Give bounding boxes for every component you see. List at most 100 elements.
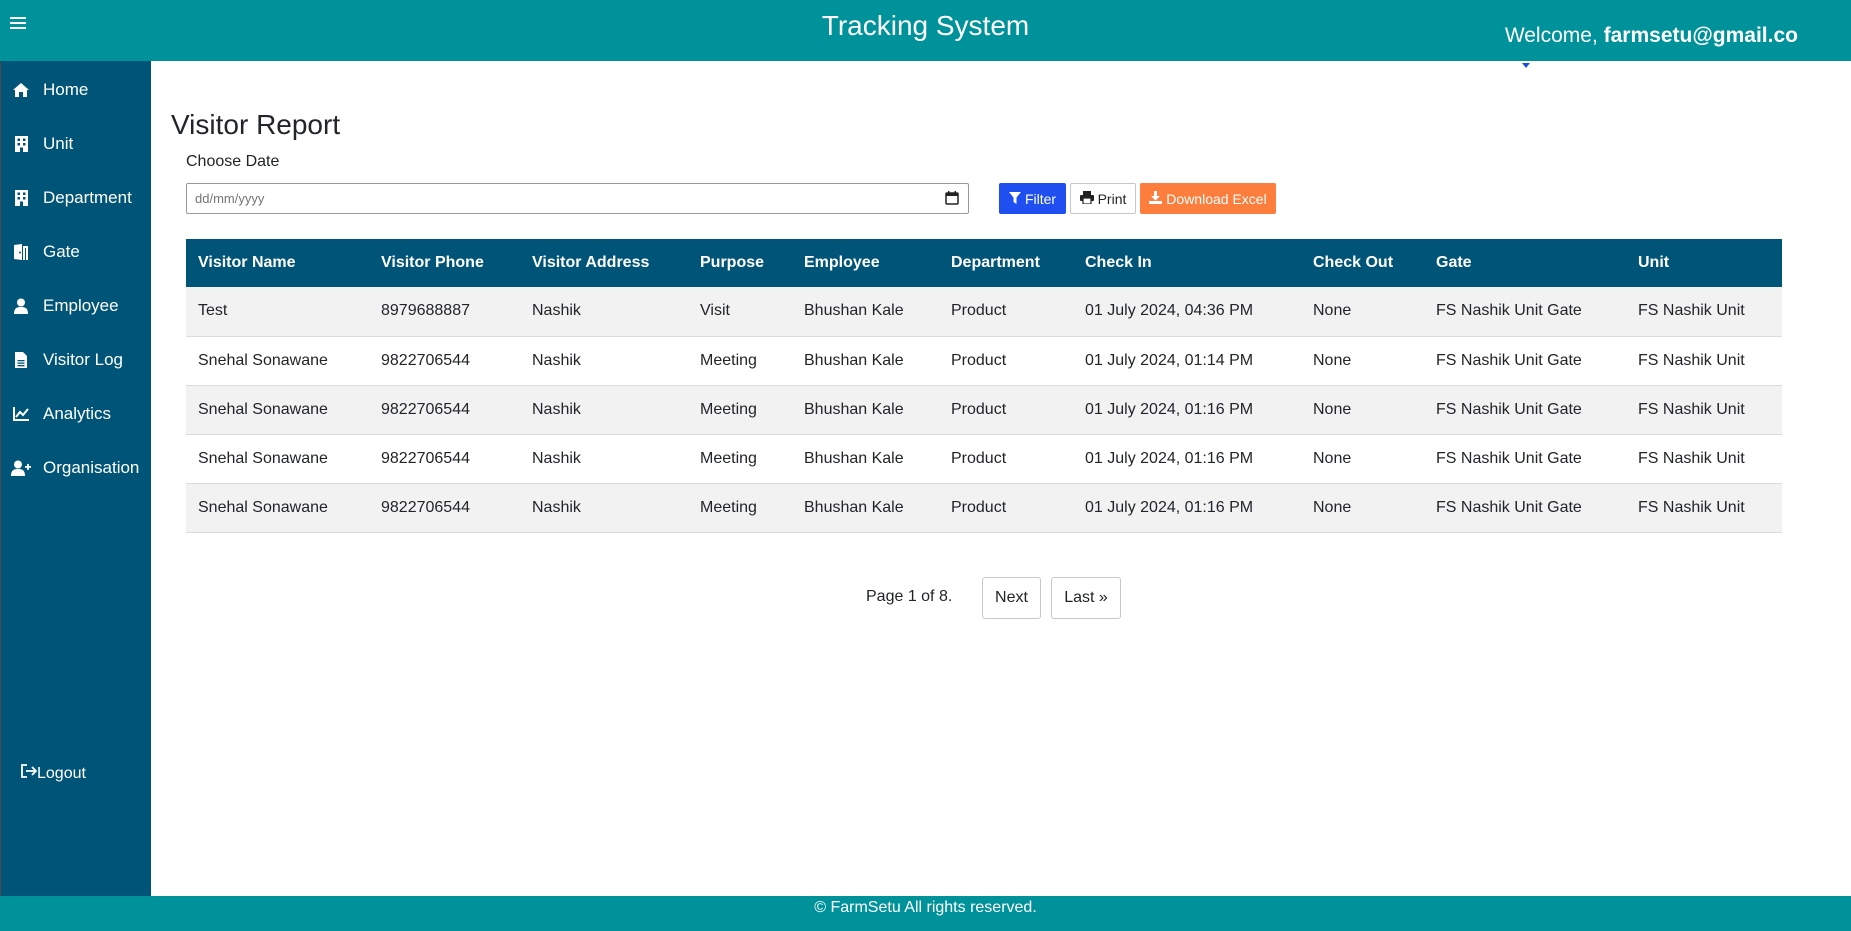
column-header: Unit — [1626, 239, 1782, 287]
page-title: Visitor Report — [171, 109, 341, 140]
sidebar-item-label: Unit — [43, 134, 74, 153]
cell-gate: FS Nashik Unit Gate — [1424, 287, 1626, 337]
cell-purpose: Meeting — [688, 434, 792, 484]
file-icon — [11, 350, 31, 370]
calendar-icon[interactable] — [945, 191, 959, 205]
cell-department: Product — [939, 434, 1073, 484]
table-header-row: Visitor Name Visitor Phone Visitor Addre… — [186, 239, 1782, 287]
sidebar-item-label: Employee — [43, 296, 119, 315]
sidebar-item-visitor-log[interactable]: Visitor Log — [1, 340, 152, 380]
sidebar-item-label: Organisation — [43, 458, 140, 477]
visitor-report-table: Visitor Name Visitor Phone Visitor Addre… — [186, 239, 1782, 533]
pagination: Page 1 of 8. Next Last » — [151, 577, 1851, 619]
page-info: Page 1 of 8. — [866, 588, 953, 605]
cell-unit: FS Nashik Unit — [1626, 287, 1782, 337]
cell-check-out: None — [1301, 385, 1424, 435]
column-header: Check In — [1073, 239, 1301, 287]
top-bar: Tracking System Welcome, farmsetu@gmail.… — [0, 0, 1851, 61]
sidebar-item-home[interactable]: Home — [1, 70, 152, 110]
cell-check-in: 01 July 2024, 01:14 PM — [1073, 336, 1301, 386]
cell-check-in: 01 July 2024, 01:16 PM — [1073, 434, 1301, 484]
column-header: Visitor Address — [520, 239, 688, 287]
sidebar-item-label: Analytics — [43, 404, 112, 423]
sidebar-item-analytics[interactable]: Analytics — [1, 394, 152, 434]
cell-employee: Bhushan Kale — [792, 483, 939, 533]
sidebar-item-unit[interactable]: Unit — [1, 124, 152, 164]
download-icon — [1149, 190, 1166, 207]
cell-visitor-address: Nashik — [520, 287, 688, 337]
print-icon — [1079, 190, 1098, 207]
table-row: Snehal Sonawane 9822706544 Nashik Meetin… — [186, 336, 1782, 386]
table-row: Snehal Sonawane 9822706544 Nashik Meetin… — [186, 385, 1782, 435]
cell-department: Product — [939, 385, 1073, 435]
sidebar-item-organisation[interactable]: Organisation — [1, 448, 152, 488]
cell-check-out: None — [1301, 287, 1424, 337]
next-page-button[interactable]: Next — [982, 577, 1041, 619]
cell-check-out: None — [1301, 483, 1424, 533]
building-icon — [11, 188, 31, 208]
date-input[interactable] — [186, 183, 969, 214]
column-header: Visitor Phone — [369, 239, 520, 287]
cell-check-in: 01 July 2024, 01:16 PM — [1073, 483, 1301, 533]
table-row: Test 8979688887 Nashik Visit Bhushan Kal… — [186, 287, 1782, 337]
cell-visitor-phone: 9822706544 — [369, 434, 520, 484]
cell-visitor-phone: 9822706544 — [369, 336, 520, 386]
welcome-text[interactable]: Welcome, farmsetu@gmail.co — [1505, 24, 1798, 48]
cell-visitor-address: Nashik — [520, 385, 688, 435]
cell-check-out: None — [1301, 336, 1424, 386]
filter-label: Filter — [1024, 190, 1057, 207]
main-content: Visitor Report Choose Date Filter Print … — [151, 61, 1851, 896]
table-row: Snehal Sonawane 9822706544 Nashik Meetin… — [186, 434, 1782, 484]
cell-unit: FS Nashik Unit — [1626, 434, 1782, 484]
sidebar-item-label: Visitor Log — [43, 350, 124, 369]
cell-unit: FS Nashik Unit — [1626, 483, 1782, 533]
column-header: Check Out — [1301, 239, 1424, 287]
building-icon — [11, 134, 31, 154]
cell-visitor-address: Nashik — [520, 336, 688, 386]
sidebar-item-department[interactable]: Department — [1, 178, 152, 218]
sidebar-item-gate[interactable]: Gate — [1, 232, 152, 272]
cell-purpose: Visit — [688, 287, 792, 337]
user-icon — [11, 296, 31, 316]
sidebar-item-employee[interactable]: Employee — [1, 286, 152, 326]
print-button[interactable]: Print — [1070, 183, 1136, 214]
print-label: Print — [1097, 190, 1127, 207]
cell-visitor-name: Snehal Sonawane — [186, 434, 369, 484]
cell-visitor-name: Snehal Sonawane — [186, 336, 369, 386]
sidebar: Home Unit Department Gate Employee Visit… — [0, 61, 151, 896]
cell-employee: Bhushan Kale — [792, 434, 939, 484]
cell-department: Product — [939, 483, 1073, 533]
cell-department: Product — [939, 336, 1073, 386]
cell-gate: FS Nashik Unit Gate — [1424, 483, 1626, 533]
chart-line-icon — [11, 404, 31, 424]
cell-visitor-address: Nashik — [520, 483, 688, 533]
filter-icon — [1008, 191, 1025, 207]
column-header: Gate — [1424, 239, 1626, 287]
cell-unit: FS Nashik Unit — [1626, 385, 1782, 435]
date-label: Choose Date — [186, 153, 280, 170]
cell-purpose: Meeting — [688, 483, 792, 533]
cell-visitor-name: Snehal Sonawane — [186, 385, 369, 435]
sidebar-item-label: Gate — [43, 242, 80, 261]
cell-visitor-address: Nashik — [520, 434, 688, 484]
user-plus-icon — [11, 458, 31, 478]
footer: © FarmSetu All rights reserved. — [0, 896, 1851, 931]
cell-visitor-phone: 9822706544 — [369, 385, 520, 435]
column-header: Department — [939, 239, 1073, 287]
door-icon — [11, 242, 31, 262]
sidebar-item-label: Department — [43, 188, 132, 207]
cell-check-out: None — [1301, 434, 1424, 484]
cell-gate: FS Nashik Unit Gate — [1424, 336, 1626, 386]
filter-button[interactable]: Filter — [999, 183, 1066, 214]
logout-label: Logout — [37, 764, 86, 782]
welcome-prefix: Welcome, — [1504, 24, 1604, 47]
download-excel-button[interactable]: Download Excel — [1140, 183, 1276, 214]
logout-icon — [21, 764, 38, 783]
cell-gate: FS Nashik Unit Gate — [1424, 434, 1626, 484]
cell-employee: Bhushan Kale — [792, 385, 939, 435]
cell-visitor-name: Test — [186, 287, 369, 337]
last-page-button[interactable]: Last » — [1051, 577, 1121, 619]
cell-gate: FS Nashik Unit Gate — [1424, 385, 1626, 435]
cell-check-in: 01 July 2024, 04:36 PM — [1073, 287, 1301, 337]
logout-button[interactable]: Logout — [21, 764, 86, 783]
